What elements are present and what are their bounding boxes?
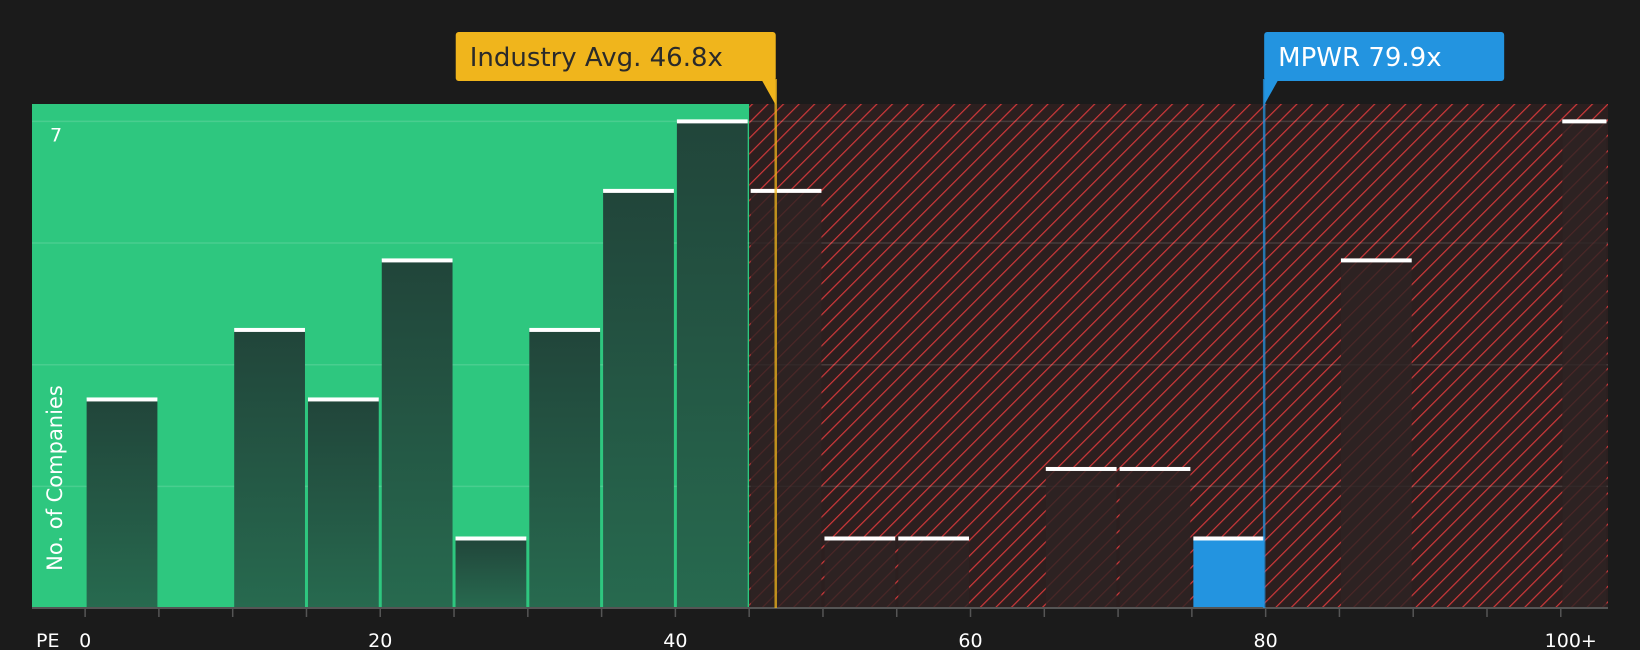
histogram-bar-cap [1119, 466, 1191, 471]
histogram-bar-cap [676, 119, 748, 124]
histogram-bar-cap [824, 536, 896, 541]
histogram-bar [455, 538, 527, 608]
histogram-bar [234, 329, 305, 608]
x-tick-label: 60 [958, 630, 982, 650]
marker-label-text: MPWR 79.9x [1278, 43, 1441, 73]
histogram-bar-cap [1340, 258, 1412, 263]
marker-label-text: Industry Avg. 46.8x [470, 43, 723, 73]
histogram-bar-cap [603, 188, 674, 193]
histogram-bar-cap [455, 536, 527, 541]
histogram-bar [1193, 538, 1265, 608]
histogram-bar [1119, 468, 1191, 608]
histogram-bar-cap [750, 188, 822, 193]
x-axis-label: PE [36, 630, 59, 650]
histogram-bar [529, 329, 601, 608]
x-tick-label: 0 [79, 630, 91, 650]
histogram-bar-cap [381, 258, 453, 263]
histogram-bar [1562, 121, 1607, 609]
y-axis-ticks: 7 [50, 124, 62, 146]
histogram-bar [750, 190, 822, 608]
histogram-bar-cap [307, 397, 379, 402]
histogram-bar-cap [898, 536, 970, 541]
histogram-bar-cap [529, 327, 601, 332]
marker-pointer [761, 80, 776, 105]
histogram-bar [1340, 260, 1412, 608]
histogram-bar [603, 190, 674, 608]
x-tick-label: 40 [663, 630, 687, 650]
pe-distribution-chart: 0 20 40 60 80 100+ 7 No. of Companies PE Indu… [32, 32, 1608, 650]
histogram-bar [86, 399, 158, 608]
x-axis: 0 20 40 60 80 100+ [32, 607, 1608, 650]
histogram-bar-cap [1562, 119, 1607, 124]
histogram-bar-cap [234, 327, 305, 332]
histogram-bar [898, 538, 970, 608]
histogram-bar-cap [86, 397, 158, 402]
marker-pointer [1264, 80, 1279, 105]
histogram-bar [381, 260, 453, 608]
histogram-bar [307, 399, 379, 608]
histogram-bar [1045, 468, 1117, 608]
y-tick-label: 7 [50, 124, 62, 146]
x-tick-label: 100+ [1545, 630, 1597, 650]
x-tick-label: 20 [368, 630, 392, 650]
histogram-bar-cap [1045, 466, 1117, 471]
histogram-bar-cap [1193, 536, 1265, 541]
y-axis-label: No. of Companies [43, 385, 67, 571]
x-tick-label: 80 [1254, 630, 1278, 650]
histogram-bar [676, 121, 748, 609]
histogram-bar [824, 538, 896, 608]
